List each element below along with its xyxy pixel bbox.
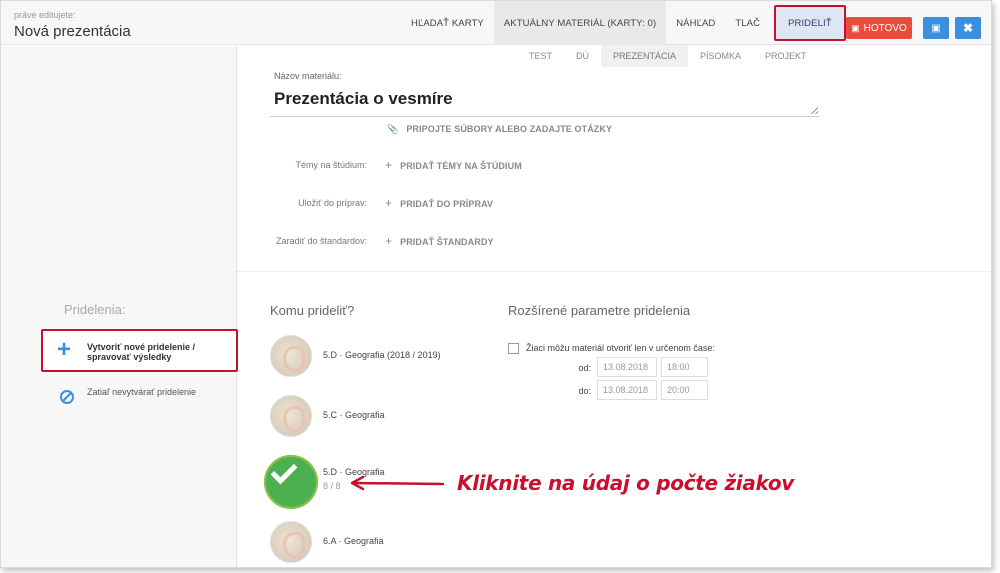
plus-icon: + <box>385 234 393 248</box>
add-standards-label: PRIDAŤ ŠTANDARDY <box>400 237 494 247</box>
attach-files-link[interactable]: 📎 PRIPOJTE SÚBORY ALEBO ZADAJTE OTÁZKY <box>387 124 612 135</box>
add-prep-link[interactable]: + PRIDAŤ DO PRÍPRAV <box>385 196 493 210</box>
assign-to-heading: Komu prideliť? <box>270 303 355 318</box>
plus-icon: + <box>57 336 72 363</box>
nav-current-material[interactable]: AKTUÁLNY MATERIÁL (KARTY: 0) <box>493 1 667 45</box>
class-subject: Geografia <box>345 410 385 420</box>
top-nav: HĽADAŤ KARTY AKTUÁLNY MATERIÁL (KARTY: 0… <box>401 1 850 45</box>
plus-icon: + <box>385 158 393 172</box>
done-label: HOTOVO <box>863 22 907 34</box>
tab-written-test[interactable]: PÍSOMKA <box>688 45 753 67</box>
close-button[interactable]: ✖ <box>955 17 981 39</box>
paperclip-icon: 📎 <box>387 124 399 134</box>
class-avatar <box>270 521 312 563</box>
nav-assign[interactable]: PRIDELIŤ <box>774 5 846 41</box>
sidebar: Pridelenia: + Vytvoriť nové pridelenie /… <box>1 46 238 567</box>
new-assignment-button[interactable]: + Vytvoriť nové pridelenie / spravovať v… <box>41 329 238 372</box>
to-label: do: <box>578 386 591 396</box>
extended-params-heading: Rozšírené parametre pridelenia <box>508 303 691 318</box>
close-icon: ✖ <box>962 21 974 35</box>
add-topics-label: PRIDAŤ TÉMY NA ŠTÚDIUM <box>400 161 522 171</box>
time-limit-checkbox[interactable] <box>508 343 519 355</box>
class-name: 6.A · Geografia <box>323 536 384 546</box>
add-prep-label: PRIDAŤ DO PRÍPRAV <box>400 199 494 209</box>
student-count[interactable]: 8 / 8 <box>323 481 341 491</box>
class-item[interactable]: 6.A · Geografia <box>270 521 490 563</box>
document-title: Nová prezentácia <box>14 23 131 40</box>
new-assignment-label: Vytvoriť nové pridelenie / spravovať výs… <box>87 342 196 362</box>
top-bar: práve editujete: Nová prezentácia HĽADAŤ… <box>1 1 991 45</box>
floppy-icon: ▣ <box>851 22 860 33</box>
save-prep-label: Uložiť do príprav: <box>298 198 367 208</box>
class-avatar-selected <box>264 455 318 509</box>
class-avatar <box>270 335 312 377</box>
class-code: 5.D <box>323 350 338 360</box>
time-limit-option[interactable]: Žiaci môžu materiál otvoriť len v určeno… <box>508 343 715 355</box>
attach-files-label: PRIPOJTE SÚBORY ALEBO ZADAJTE OTÁZKY <box>406 124 613 134</box>
ban-icon <box>60 390 74 404</box>
divider <box>237 271 991 272</box>
add-topics-link[interactable]: + PRIDAŤ TÉMY NA ŠTÚDIUM <box>385 158 522 172</box>
tab-test[interactable]: TEST <box>517 45 564 67</box>
floppy-icon: ▣ <box>931 22 941 34</box>
material-name-field[interactable]: Prezentácia o vesmíre <box>270 85 820 117</box>
from-label: od: <box>578 363 591 373</box>
class-name: 5.D · Geografia (2018 / 2019) <box>323 350 441 360</box>
resize-grip-icon[interactable] <box>810 106 818 114</box>
class-avatar <box>270 395 312 437</box>
topics-label: Témy na štúdium: <box>295 160 367 170</box>
no-assignment-option[interactable]: Zatiaľ nevytvárať pridelenie <box>58 386 228 416</box>
tab-project[interactable]: PROJEKT <box>753 45 819 67</box>
nav-search-cards[interactable]: HĽADAŤ KARTY <box>401 1 494 45</box>
from-date-input[interactable]: 13.08.2018 <box>597 357 657 377</box>
add-standards-link[interactable]: + PRIDAŤ ŠTANDARDY <box>385 234 494 248</box>
tab-presentation[interactable]: PREZENTÁCIA <box>601 45 689 67</box>
class-subject: Geografia (2018 / 2019) <box>345 350 441 360</box>
check-icon <box>270 457 298 485</box>
app-window: práve editujete: Nová prezentácia HĽADAŤ… <box>0 0 992 568</box>
plus-icon: + <box>385 196 393 210</box>
to-time-input[interactable]: 20:00 <box>661 380 708 400</box>
from-time-input[interactable]: 18:00 <box>661 357 708 377</box>
annotation-arrow <box>350 475 445 491</box>
save-button[interactable]: ▣ <box>923 17 949 39</box>
time-limit-label: Žiaci môžu materiál otvoriť len v určeno… <box>526 343 715 353</box>
material-name-label: Názov materiálu: <box>274 71 342 81</box>
material-name-value: Prezentácia o vesmíre <box>274 89 453 108</box>
nav-print[interactable]: TLAČ <box>725 1 770 45</box>
no-assignment-label: Zatiaľ nevytvárať pridelenie <box>87 387 197 397</box>
assignments-heading: Pridelenia: <box>64 302 126 317</box>
annotation-text: Kliknite na údaj o počte žiakov <box>457 471 795 495</box>
class-code: 5.C <box>323 410 338 420</box>
nav-preview[interactable]: NÁHĽAD <box>666 1 725 45</box>
material-type-tabs: TEST DÚ PREZENTÁCIA PÍSOMKA PROJEKT <box>517 45 819 67</box>
class-subject: Geografia <box>344 536 384 546</box>
class-name: 5.C · Geografia <box>323 410 385 420</box>
to-date-input[interactable]: 13.08.2018 <box>597 380 657 400</box>
done-button[interactable]: ▣ HOTOVO <box>846 17 912 39</box>
class-code: 5.D <box>323 467 338 477</box>
class-item[interactable]: 5.C · Geografia <box>270 395 490 437</box>
tab-homework[interactable]: DÚ <box>564 45 601 67</box>
class-item[interactable]: 5.D · Geografia (2018 / 2019) <box>270 335 490 377</box>
standards-label: Zaradiť do štandardov: <box>276 236 367 246</box>
class-code: 6.A <box>323 536 337 546</box>
editing-label: práve editujete: <box>14 10 76 20</box>
